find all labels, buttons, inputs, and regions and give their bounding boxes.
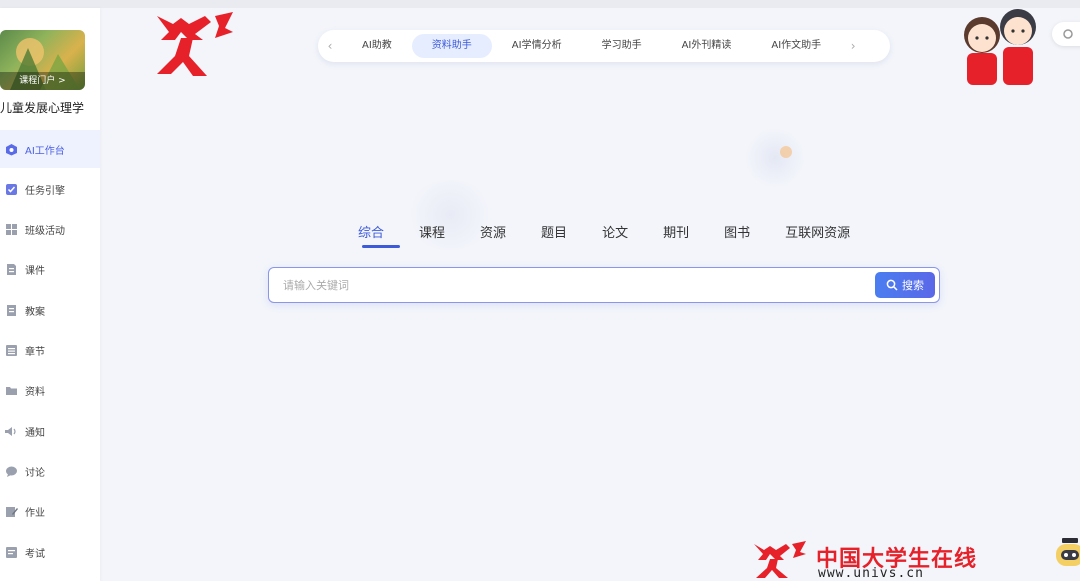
tab-all[interactable]: 综合	[358, 222, 401, 250]
sidebar-item-courseware[interactable]: 课件	[0, 250, 100, 288]
course-cover[interactable]: 课程门户 >	[0, 30, 85, 90]
sidebar-item-label: 通知	[25, 427, 45, 439]
tab-ai-foreign-journal[interactable]: AI外刊精读	[662, 34, 752, 58]
mascot-icon	[964, 9, 1036, 85]
sidebar-item-label: 班级活动	[25, 225, 65, 237]
exam-icon	[4, 545, 18, 559]
tab-courses[interactable]: 课程	[419, 222, 445, 250]
ai-tool-tabs: ‹ AI助教 资料助手 AI学情分析 学习助手 AI外刊精读 AI作文助手 ›	[318, 30, 890, 62]
search-box: 搜索	[268, 267, 940, 304]
tab-questions[interactable]: 题目	[541, 222, 567, 250]
sidebar-item-chapters[interactable]: 章节	[0, 331, 100, 369]
sidebar-item-exam[interactable]: 考试	[0, 533, 100, 571]
task-icon	[4, 182, 18, 196]
sidebar-item-lesson-plan[interactable]: 教案	[0, 291, 100, 329]
sidebar-item-discussion[interactable]: 讨论	[0, 452, 100, 490]
sidebar-item-label: 教案	[25, 306, 45, 318]
chevron-left-icon[interactable]: ‹	[318, 39, 342, 53]
course-title: 儿童发展心理学	[0, 101, 85, 115]
tab-resources[interactable]: 资源	[480, 222, 506, 250]
sidebar-item-notices[interactable]: 通知	[0, 412, 100, 450]
tab-books[interactable]: 图书	[724, 222, 750, 250]
search-icon	[886, 279, 898, 291]
tab-ai-essay-assistant[interactable]: AI作文助手	[751, 34, 841, 58]
search-button[interactable]: 搜索	[875, 272, 935, 298]
grid-icon	[4, 222, 18, 236]
speaker-icon	[4, 424, 18, 438]
chat-icon	[4, 464, 18, 478]
sidebar-item-task-engine[interactable]: 任务引擎	[0, 170, 100, 208]
sidebar-item-label: 作业	[25, 507, 45, 519]
tab-material-assistant[interactable]: 资料助手	[411, 34, 492, 58]
sidebar-item-label: 资料	[25, 386, 45, 398]
tab-ai-assistant[interactable]: AI助教	[342, 34, 412, 58]
file-icon	[4, 262, 18, 276]
chevron-right-icon[interactable]: ›	[841, 39, 865, 53]
robot-icon	[4, 142, 18, 156]
sidebar-item-ai-workbench[interactable]: AI工作台	[0, 130, 100, 168]
sidebar-item-class-activities[interactable]: 班级活动	[0, 210, 100, 248]
tab-ai-learning-analysis[interactable]: AI学情分析	[492, 34, 582, 58]
folder-icon	[4, 383, 18, 397]
tab-papers[interactable]: 论文	[602, 222, 628, 250]
search-input[interactable]	[281, 268, 875, 304]
sidebar: 课程门户 > 儿童发展心理学 AI工作台 任务引擎 班级活动 课件 教案 章节 …	[0, 8, 100, 581]
sidebar-item-label: 考试	[25, 548, 45, 560]
sidebar-item-label: AI工作台	[25, 145, 65, 157]
univs-watermark: 中国大学生在线 www.univs.cn	[750, 540, 1030, 581]
sidebar-item-label: 讨论	[25, 467, 45, 479]
watermark-url: www.univs.cn	[818, 566, 924, 581]
search-category-tabs: 综合 课程 资源 题目 论文 期刊 图书 互联网资源	[346, 222, 885, 250]
brand-logo-icon	[157, 12, 233, 76]
doc-icon	[4, 303, 18, 317]
tab-journals[interactable]: 期刊	[663, 222, 689, 250]
sidebar-item-label: 章节	[25, 346, 45, 358]
univs-logo-icon	[754, 541, 806, 578]
search-button-label: 搜索	[902, 279, 924, 292]
decorative-cloud	[745, 128, 805, 188]
sidebar-item-label: 课件	[25, 265, 45, 277]
tab-study-assistant[interactable]: 学习助手	[582, 34, 662, 58]
sidebar-item-materials[interactable]: 资料	[0, 371, 100, 409]
edit-icon	[4, 504, 18, 518]
tab-internet-resources[interactable]: 互联网资源	[785, 222, 850, 250]
top-bar	[0, 0, 1080, 8]
sidebar-item-label: 任务引擎	[25, 185, 65, 197]
mascot-characters	[955, 3, 1045, 93]
course-portal-link[interactable]: 课程门户 >	[0, 72, 85, 90]
brand-logo[interactable]	[145, 10, 237, 80]
settings-button[interactable]	[1052, 22, 1080, 46]
list-icon	[4, 343, 18, 357]
gear-icon	[1063, 29, 1073, 39]
decorative-spark	[780, 146, 792, 158]
robot-icon	[1056, 538, 1080, 566]
sidebar-item-homework[interactable]: 作业	[0, 492, 100, 530]
assistant-robot[interactable]	[1052, 534, 1080, 574]
